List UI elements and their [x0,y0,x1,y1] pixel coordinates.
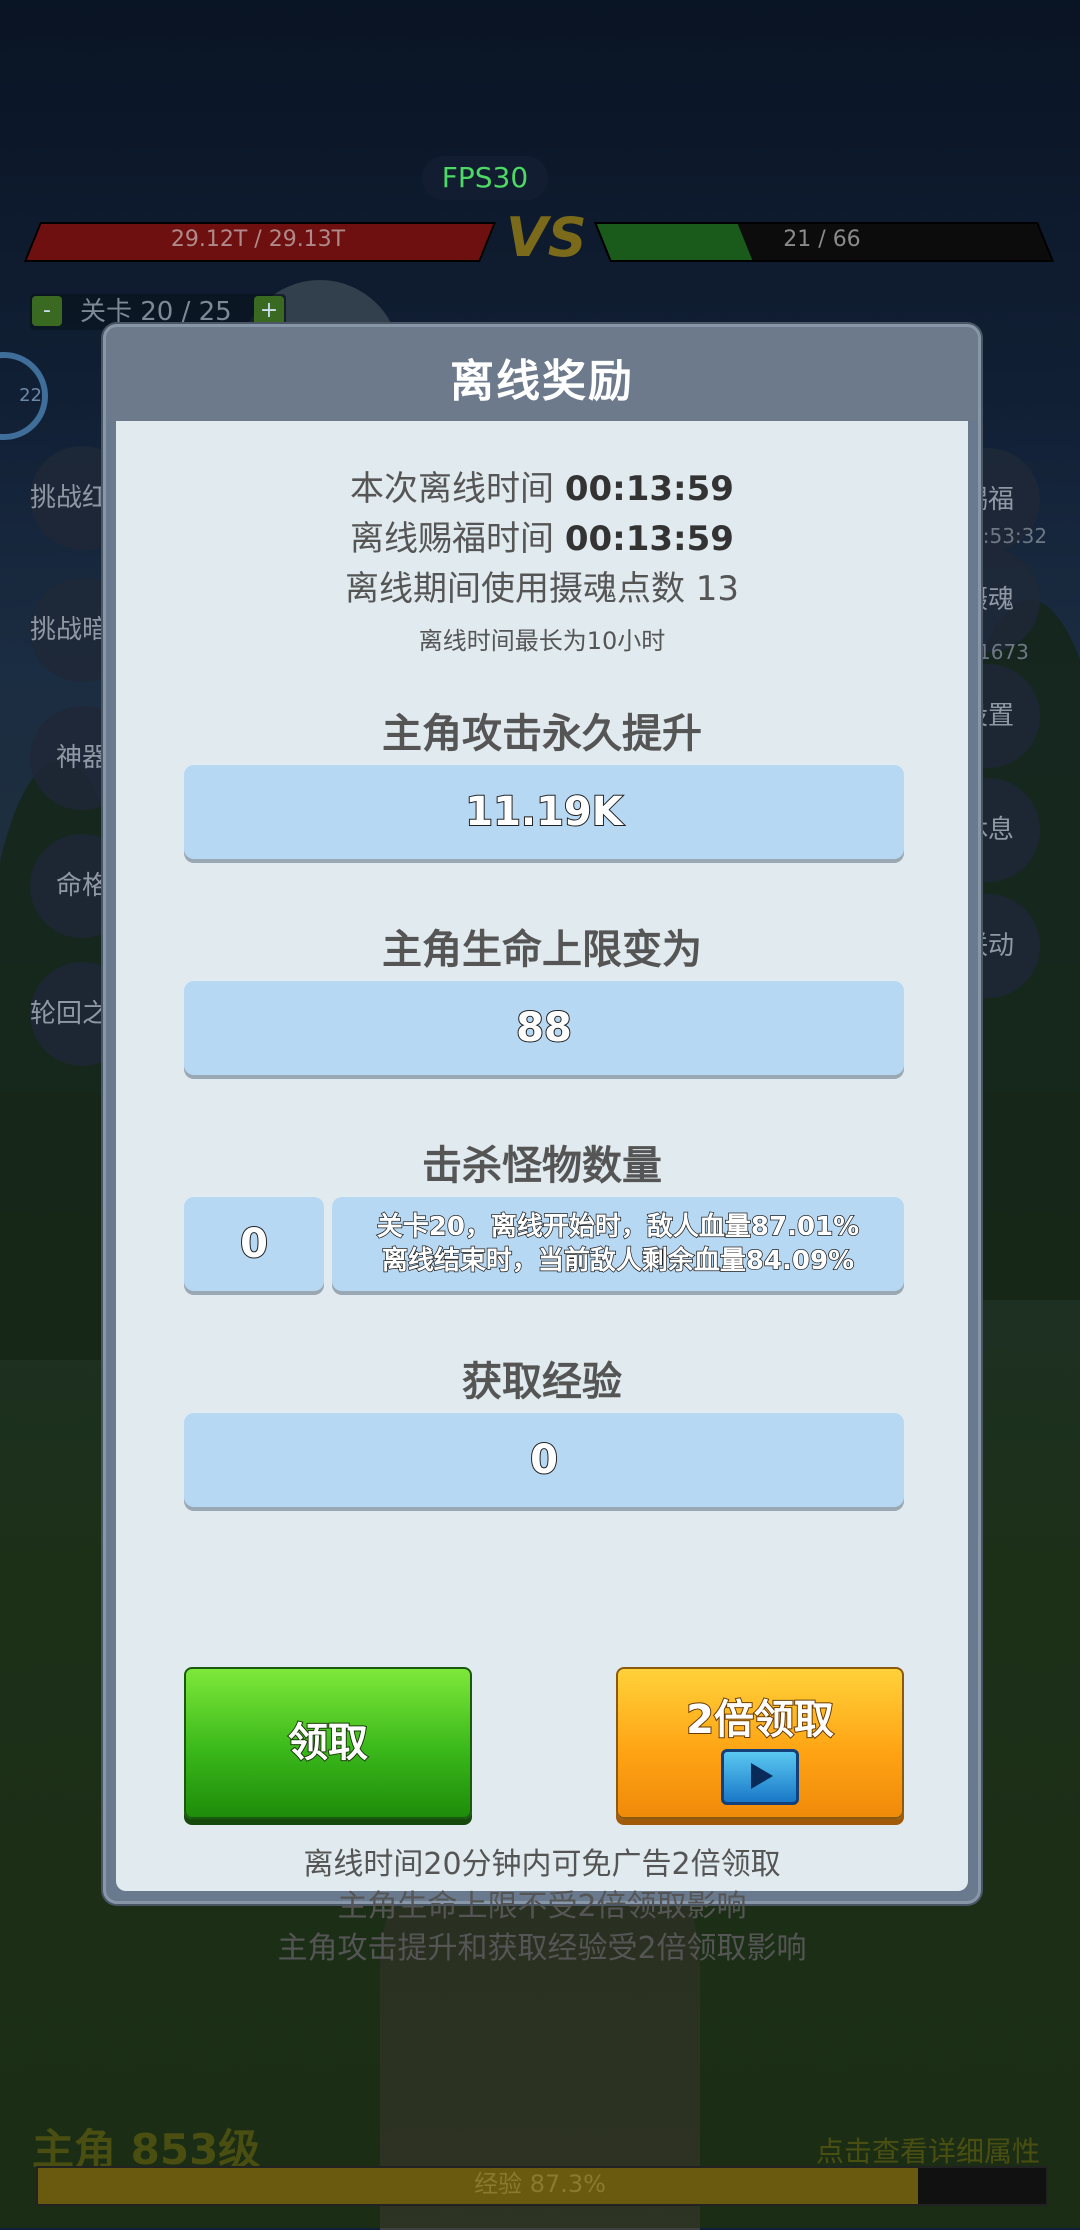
view-details-link[interactable]: 点击查看详细属性 [816,2130,1040,2170]
footer-note-2: 主角生命上限不受2倍领取影响 [337,1889,747,1924]
dialog-title: 离线奖励 [450,356,634,407]
vs-label: VS [506,206,587,269]
exp-text: 经验 87.3% [474,2170,606,2198]
double-claim-label: 2倍领取 [685,1696,835,1744]
bless-time-value: 00:13:59 [564,519,734,559]
offline-time-line: 本次离线时间 00:13:59 [116,461,968,510]
footer-note-3: 主角攻击提升和获取经验受2倍领取影响 [277,1931,807,1966]
soul-points-used: 离线期间使用摄魂点数 13 [344,569,740,609]
max-offline-note: 离线时间最长为10小时 [418,627,666,655]
attack-boost-title: 主角攻击永久提升 [382,711,702,757]
attack-boost-value: 11.19K [184,765,904,859]
stage-prev-button[interactable]: - [32,296,62,326]
double-claim-button[interactable]: 2倍领取 [616,1667,904,1819]
kill-count-description: 关卡20，离线开始时，敌人血量87.01% 离线结束时，当前敌人剩余血量84.0… [332,1197,904,1291]
bless-time-label: 离线赐福时间 [350,519,555,559]
offline-time-value: 00:13:59 [564,469,734,509]
bless-timer: 5:53:32 [970,524,1048,548]
soul-points: 1673 [978,640,1029,664]
exp-gain-title: 获取经验 [462,1359,622,1405]
footer-note-1: 离线时间20分钟内可免广告2倍领取 [303,1847,781,1882]
offline-time-label: 本次离线时间 [350,469,555,509]
enemy-hp-text: 21 / 66 [783,227,861,252]
kill-count-value: 0 [184,1197,324,1291]
bless-time-line: 离线赐福时间 00:13:59 [116,511,968,560]
kill-desc-line2: 离线结束时，当前敌人剩余血量84.09% [381,1245,855,1277]
fps-counter: FPS30 [422,156,548,200]
dialog-header: 离线奖励 [106,327,978,421]
exp-gain-value: 0 [184,1413,904,1507]
player-hp-text: 29.12T / 29.13T [170,227,346,252]
video-play-icon [721,1749,799,1805]
kill-desc-line1: 关卡20，离线开始时，敌人血量87.01% [376,1211,860,1243]
hp-limit-value: 88 [184,981,904,1075]
hp-limit-title: 主角生命上限变为 [382,927,702,973]
dialog-body: 本次离线时间 00:13:59 离线赐福时间 00:13:59 离线期间使用摄魂… [116,421,968,1966]
claim-button[interactable]: 领取 [184,1667,472,1819]
offline-reward-dialog: 离线奖励 本次离线时间 00:13:59 离线赐福时间 00:13:59 离线期… [103,324,981,1966]
kill-count-title: 击杀怪物数量 [422,1143,662,1189]
stage-next-button[interactable]: + [254,296,284,326]
